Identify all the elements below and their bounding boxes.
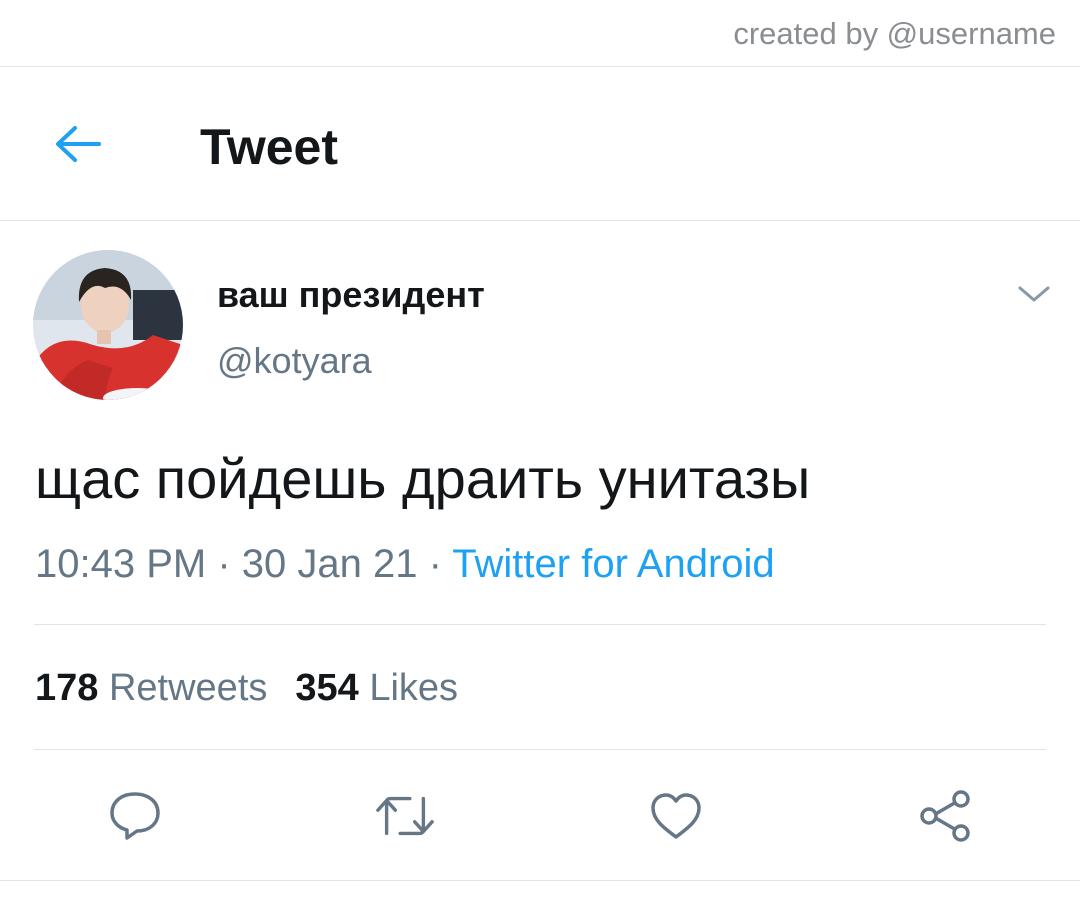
share-icon — [920, 790, 970, 842]
reply-button[interactable] — [105, 786, 165, 846]
back-button[interactable] — [50, 120, 106, 168]
stats-divider — [34, 749, 1046, 750]
retweets-count: 178 — [35, 667, 99, 709]
arrow-left-icon — [56, 126, 101, 162]
retweets-stat[interactable]: 178 Retweets — [35, 667, 267, 709]
tweet-header: Tweet — [0, 68, 1080, 220]
page-title: Tweet — [200, 119, 338, 175]
share-button[interactable] — [915, 786, 975, 846]
tweet-source-link[interactable]: Twitter for Android — [452, 542, 774, 586]
tweet-text: щас пойдешь драить унитазы — [35, 447, 811, 510]
likes-count: 354 — [295, 667, 359, 709]
action-bar — [0, 778, 1080, 850]
meta-separator: · — [417, 542, 453, 586]
meta-separator: · — [206, 542, 242, 586]
retweet-button[interactable] — [375, 786, 435, 846]
like-button[interactable] — [646, 786, 706, 846]
profile-photo — [33, 250, 183, 400]
top-divider — [0, 66, 1080, 67]
retweet-icon — [376, 796, 434, 836]
header-divider — [0, 220, 1080, 221]
watermark-credit: created by @username — [733, 16, 1056, 51]
like-icon — [651, 793, 701, 839]
tweet-stats: 178 Retweets 354 Likes — [35, 667, 458, 710]
author-display-name[interactable]: ваш президент — [217, 274, 485, 316]
tweet-time: 10:43 PM — [35, 542, 207, 586]
author-handle[interactable]: @kotyara — [217, 340, 372, 382]
avatar[interactable] — [33, 250, 183, 400]
likes-label: Likes — [369, 667, 459, 709]
retweets-label: Retweets — [108, 667, 268, 709]
bottom-divider — [0, 880, 1080, 881]
tweet-meta: 10:43 PM · 30 Jan 21 · Twitter for Andro… — [35, 542, 775, 587]
reply-icon — [110, 792, 160, 840]
tweet-menu-button[interactable] — [1012, 276, 1056, 312]
chevron-down-icon — [1018, 286, 1050, 302]
tweet-date: 30 Jan 21 — [241, 542, 418, 586]
likes-stat[interactable]: 354 Likes — [295, 667, 458, 709]
meta-divider — [34, 624, 1046, 625]
